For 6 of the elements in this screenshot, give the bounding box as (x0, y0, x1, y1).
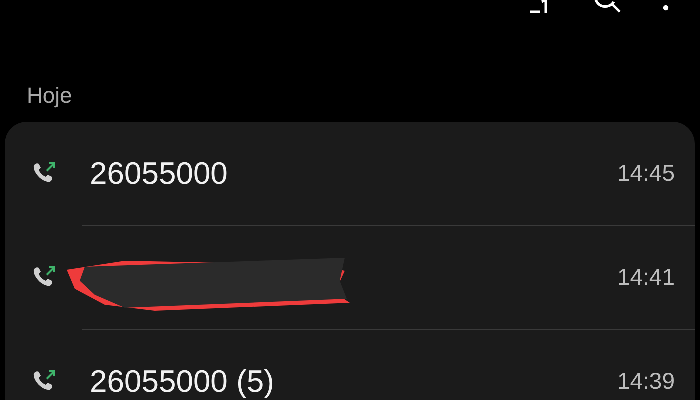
call-time: 14:41 (617, 264, 675, 291)
call-time: 14:39 (617, 368, 675, 395)
phone-number: 26055000 (90, 156, 228, 192)
call-time: 14:45 (617, 160, 675, 187)
phone-number: 26055000 (5) (90, 364, 274, 400)
section-title: Hoje (27, 83, 72, 110)
